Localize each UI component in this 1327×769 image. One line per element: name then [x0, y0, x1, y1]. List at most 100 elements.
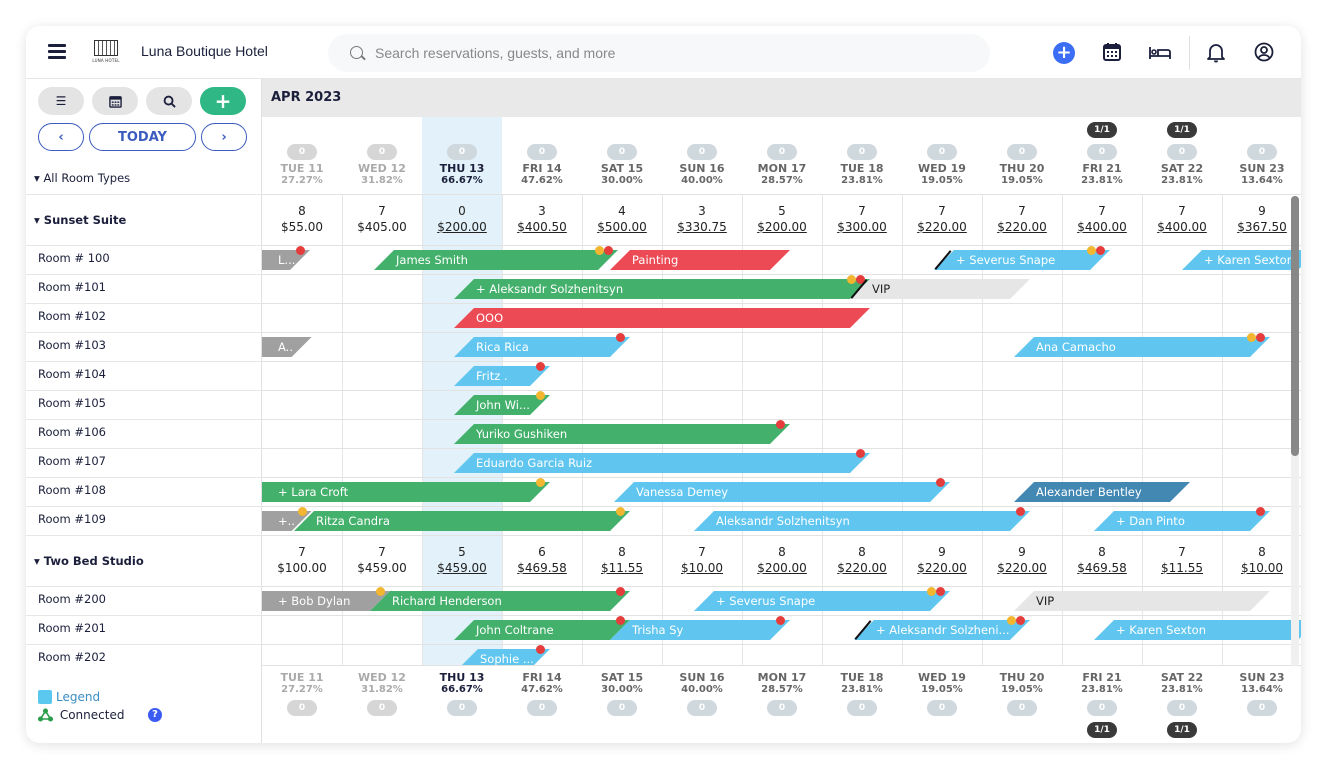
unassigned-count-badge[interactable]: 0 [1167, 144, 1197, 160]
reservation-bar[interactable]: Eduardo Garcia Ruiz [454, 453, 870, 473]
rate-price[interactable]: $400.00 [1062, 219, 1142, 235]
unassigned-count-badge[interactable]: 0 [447, 144, 477, 160]
search-bar[interactable] [328, 34, 990, 72]
room-label[interactable]: Room #101 [26, 274, 262, 303]
rate-price[interactable]: $469.58 [502, 560, 582, 576]
rate-price[interactable]: $300.00 [822, 219, 902, 235]
bell-icon[interactable] [1205, 41, 1229, 65]
reservation-bar[interactable]: Ana Camacho [1014, 337, 1270, 357]
reservation-bar[interactable]: + Severus Snape [694, 591, 950, 611]
unassigned-count-badge[interactable]: 0 [767, 700, 797, 716]
reservation-bar[interactable]: Aleksandr Solzhenitsyn [694, 511, 1030, 531]
search-button[interactable] [146, 87, 192, 115]
room-label[interactable]: Room #104 [26, 361, 262, 390]
reservation-bar[interactable]: + Karen Sexton [1182, 250, 1301, 270]
availability-cell[interactable]: 8 $11.55 [582, 544, 662, 576]
rate-price[interactable]: $200.00 [422, 219, 502, 235]
calendar-view-button[interactable] [92, 87, 138, 115]
reservation-bar[interactable]: + Dan Pinto [1094, 511, 1270, 531]
availability-cell[interactable]: 9 $367.50 [1222, 203, 1301, 235]
unassigned-count-badge[interactable]: 0 [847, 700, 877, 716]
rate-price[interactable]: $11.55 [1142, 560, 1222, 576]
reservation-bar[interactable]: Fritz . [454, 366, 550, 386]
availability-cell[interactable]: 7 $300.00 [822, 203, 902, 235]
room-label[interactable]: Room #109 [26, 506, 262, 535]
unassigned-count-badge[interactable]: 0 [1087, 700, 1117, 716]
list-view-button[interactable]: ☰ [38, 87, 84, 115]
unassigned-count-badge[interactable]: 0 [1247, 700, 1277, 716]
rate-price[interactable]: $400.50 [502, 219, 582, 235]
menu-icon[interactable] [48, 44, 66, 59]
rate-price[interactable]: $459.00 [422, 560, 502, 576]
unassigned-count-badge[interactable]: 0 [447, 700, 477, 716]
unassigned-count-badge[interactable]: 0 [1167, 700, 1197, 716]
availability-cell[interactable]: 8 $220.00 [822, 544, 902, 576]
availability-cell[interactable]: 7 $220.00 [902, 203, 982, 235]
search-input[interactable] [375, 42, 965, 64]
reservation-bar[interactable]: + Bob Dylan [262, 591, 390, 611]
unassigned-count-badge[interactable]: 0 [847, 144, 877, 160]
unassigned-count-badge[interactable]: 0 [607, 144, 637, 160]
room-label[interactable]: Room #102 [26, 303, 262, 332]
unassigned-count-badge[interactable]: 0 [1007, 700, 1037, 716]
availability-cell[interactable]: 4 $500.00 [582, 203, 662, 235]
reservation-bar[interactable]: John Coltrane [454, 620, 630, 640]
rate-price[interactable]: $220.00 [902, 219, 982, 235]
unassigned-count-badge[interactable]: 0 [927, 700, 957, 716]
availability-cell[interactable]: 7 $400.00 [1142, 203, 1222, 235]
help-icon[interactable]: ? [148, 708, 162, 722]
rate-price[interactable]: $11.55 [582, 560, 662, 576]
add-circle-icon[interactable]: + [1053, 42, 1075, 64]
reservation-bar[interactable]: + Lara Croft [262, 482, 550, 502]
prev-button[interactable]: ‹ [38, 123, 84, 151]
calendar-icon[interactable] [1101, 41, 1125, 65]
availability-cell[interactable]: 7 $220.00 [982, 203, 1062, 235]
next-button[interactable]: › [201, 123, 247, 151]
vertical-scrollbar[interactable] [1291, 196, 1299, 666]
availability-cell[interactable]: 7 $100.00 [262, 544, 342, 576]
reservation-bar[interactable]: A.. [262, 337, 312, 357]
availability-cell[interactable]: 8 $55.00 [262, 203, 342, 235]
availability-cell[interactable]: 7 $405.00 [342, 203, 422, 235]
availability-cell[interactable]: 5 $200.00 [742, 203, 822, 235]
unassigned-count-badge[interactable]: 0 [1247, 144, 1277, 160]
room-label[interactable]: Room # 100 [26, 245, 262, 274]
rate-price[interactable]: $500.00 [582, 219, 662, 235]
reservation-bar[interactable]: James Smith [374, 250, 618, 270]
room-label[interactable]: Room #106 [26, 419, 262, 448]
availability-cell[interactable]: 9 $220.00 [982, 544, 1062, 576]
rate-price[interactable]: $200.00 [742, 560, 822, 576]
legend-link[interactable]: Legend [38, 689, 100, 704]
rate-price[interactable]: $367.50 [1222, 219, 1301, 235]
availability-cell[interactable]: 7 $400.00 [1062, 203, 1142, 235]
rate-price[interactable]: $100.00 [262, 560, 342, 576]
rate-price[interactable]: $220.00 [902, 560, 982, 576]
reservation-bar[interactable]: + Karen Sexton [1094, 620, 1301, 640]
unassigned-count-badge[interactable]: 0 [687, 700, 717, 716]
room-label[interactable]: Room #202 [26, 644, 262, 673]
rate-price[interactable]: $10.00 [662, 560, 742, 576]
rate-price[interactable]: $220.00 [982, 219, 1062, 235]
unassigned-count-badge[interactable]: 0 [767, 144, 797, 160]
reservation-bar[interactable]: Alexander Bentley [1014, 482, 1190, 502]
reservation-bar[interactable]: Vanessa Demey [614, 482, 950, 502]
unassigned-count-badge[interactable]: 0 [367, 144, 397, 160]
availability-cell[interactable]: 7 $459.00 [342, 544, 422, 576]
user-circle-icon[interactable] [1253, 41, 1277, 65]
reservation-bar[interactable]: + Aleksandr Solzhenitsyn [454, 279, 870, 299]
reservation-bar[interactable]: Ritza Candra [294, 511, 630, 531]
reservation-bar[interactable]: Yuriko Gushiken [454, 424, 790, 444]
rate-price[interactable]: $200.00 [742, 219, 822, 235]
today-button[interactable]: TODAY [89, 123, 196, 151]
availability-cell[interactable]: 9 $220.00 [902, 544, 982, 576]
availability-cell[interactable]: 8 $10.00 [1222, 544, 1301, 576]
rate-price[interactable]: $400.00 [1142, 219, 1222, 235]
reservation-bar[interactable]: Rica Rica [454, 337, 630, 357]
rate-price[interactable]: $330.75 [662, 219, 742, 235]
unassigned-count-badge[interactable]: 0 [527, 700, 557, 716]
room-type-filter[interactable]: ▾ All Room Types [34, 171, 130, 185]
reservation-bar[interactable]: John Wi... [454, 395, 550, 415]
room-label[interactable]: Room #103 [26, 332, 262, 361]
reservation-bar[interactable]: + Aleksandr Solzheni... [854, 620, 1030, 640]
reservation-bar[interactable]: Richard Henderson [370, 591, 630, 611]
